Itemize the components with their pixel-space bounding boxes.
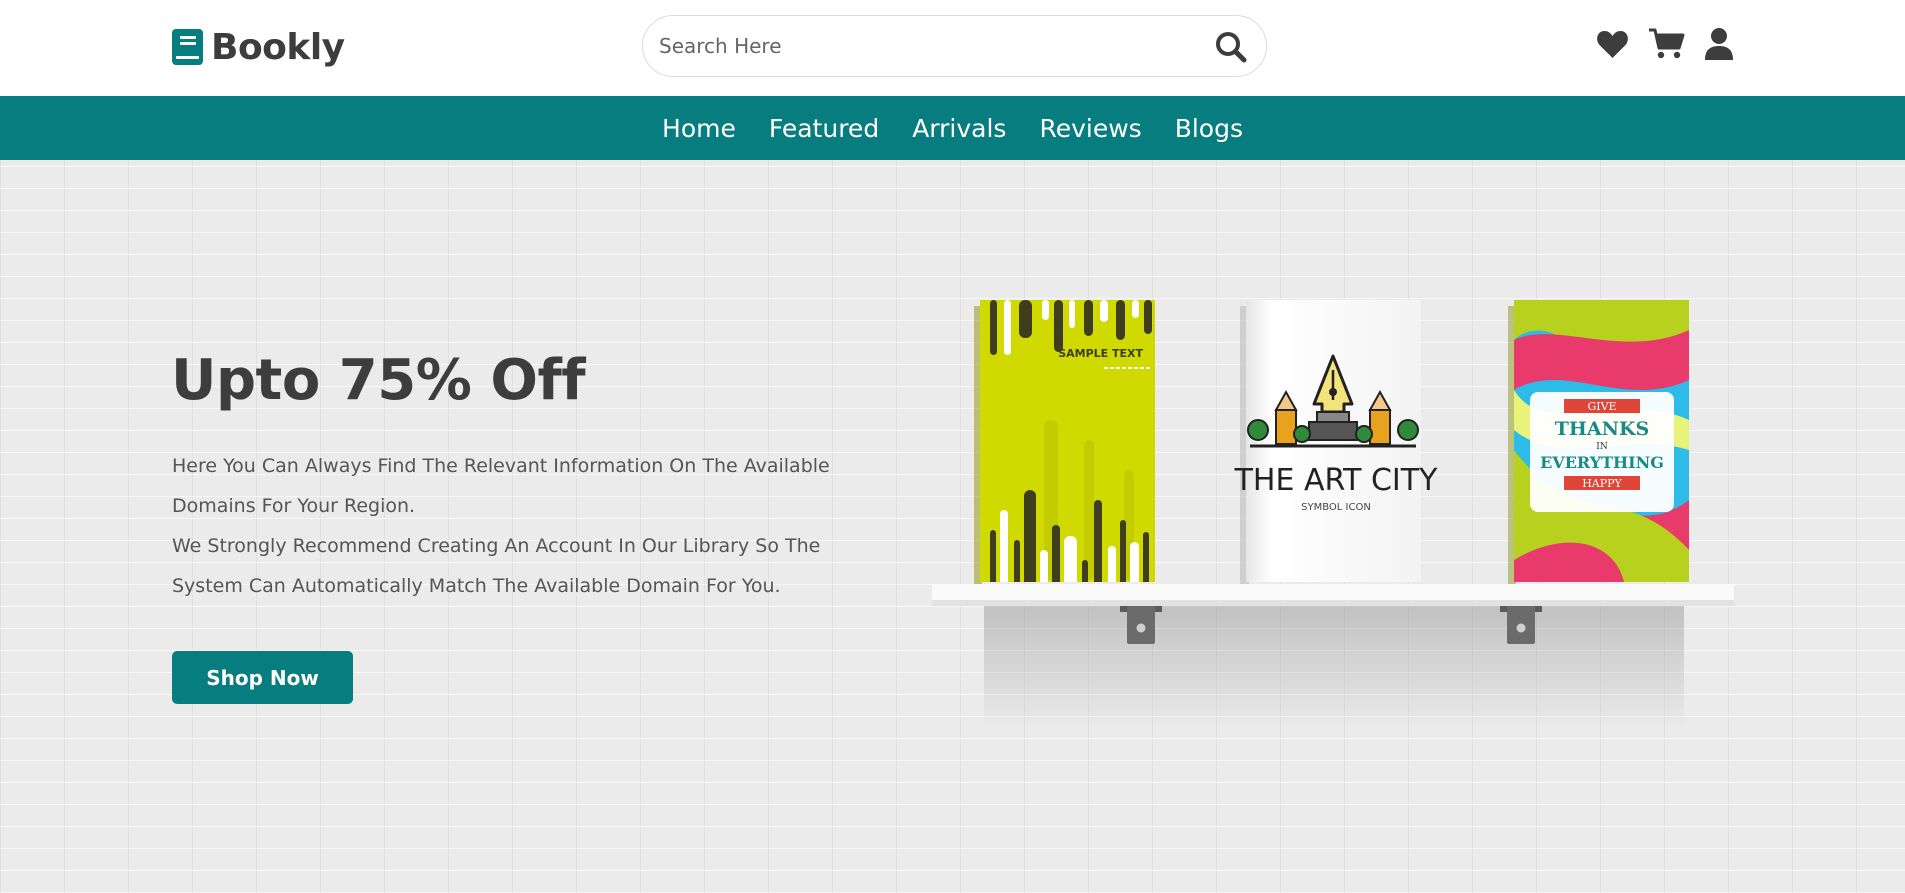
search-input[interactable] xyxy=(659,16,1179,76)
book1-cover-text: SAMPLE TEXT xyxy=(1058,347,1143,360)
bookshelf-illustration: SAMPLE TEXT THE ART CITY SYMBOL ICON GIV… xyxy=(932,300,1734,730)
hero-description: Here You Can Always Find The Relevant In… xyxy=(172,446,892,606)
book3-line2: THANKS xyxy=(1555,418,1649,440)
nav-item-blogs[interactable]: Blogs xyxy=(1175,114,1243,143)
book2-subtitle: SYMBOL ICON xyxy=(1301,502,1371,513)
brand-name: Bookly xyxy=(211,26,345,68)
book2-title: THE ART CITY xyxy=(1234,463,1439,498)
book3-line5: HAPPY xyxy=(1582,477,1622,490)
shelf-shadow xyxy=(984,605,1684,730)
book-art-city: THE ART CITY SYMBOL ICON xyxy=(1234,300,1439,584)
search-icon[interactable] xyxy=(1214,30,1248,64)
book3-line1: GIVE xyxy=(1587,400,1616,413)
search-form xyxy=(642,15,1267,77)
hero-section: Upto 75% Off Here You Can Always Find Th… xyxy=(0,160,1905,893)
hero-paragraph-1: Here You Can Always Find The Relevant In… xyxy=(172,455,830,517)
book-sample-text: SAMPLE TEXT xyxy=(974,300,1155,584)
logo[interactable]: Bookly xyxy=(172,26,345,68)
cart-icon[interactable] xyxy=(1649,28,1685,64)
user-icon[interactable] xyxy=(1705,28,1733,64)
nav-item-arrivals[interactable]: Arrivals xyxy=(912,114,1006,143)
book-icon xyxy=(172,29,203,65)
nav-item-featured[interactable]: Featured xyxy=(769,114,879,143)
main-nav: Home Featured Arrivals Reviews Blogs xyxy=(0,96,1905,160)
nav-item-reviews[interactable]: Reviews xyxy=(1039,114,1141,143)
nav-item-home[interactable]: Home xyxy=(662,114,736,143)
book3-line3: IN xyxy=(1596,442,1608,452)
header-icons xyxy=(1596,26,1733,66)
site-header: Bookly xyxy=(0,0,1905,96)
shop-now-button[interactable]: Shop Now xyxy=(172,651,353,704)
heart-icon[interactable] xyxy=(1596,29,1629,63)
book-give-thanks: GIVE THANKS IN EVERYTHING HAPPY xyxy=(1508,300,1689,584)
hero-paragraph-2: We Strongly Recommend Creating An Accoun… xyxy=(172,535,821,597)
hero-title: Upto 75% Off xyxy=(171,348,586,413)
book3-line4: EVERYTHING xyxy=(1540,453,1664,472)
